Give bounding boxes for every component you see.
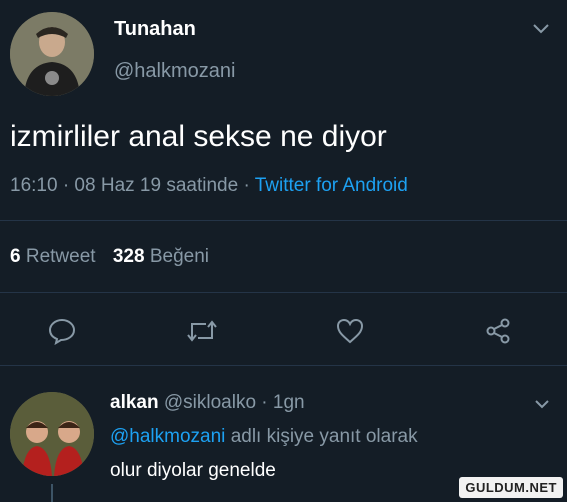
meta-separator: · [243,175,250,196]
reply-button[interactable] [44,313,80,349]
retweet-label: Retweet [25,246,96,267]
reply-icon [48,318,76,345]
tweet-source-link[interactable]: Twitter for Android [255,175,408,196]
replying-to-handle[interactable]: @halkmozani [110,426,225,447]
tweet-author-avatar[interactable] [10,12,94,96]
like-count: 328 [112,246,145,267]
tweet-stats: 6 Retweet 328 Beğeni [10,246,209,268]
share-icon [486,318,510,344]
retweet-icon [187,320,217,342]
tweet-author-name[interactable]: Tunahan [114,18,196,41]
reply-author-avatar[interactable] [10,392,94,476]
reply-author-name[interactable]: alkan [110,392,159,413]
retweet-button[interactable] [184,313,220,349]
reply-text: olur diyolar genelde [110,460,276,481]
avatar-photo [10,12,94,96]
replying-to-suffix: adlı kişiye yanıt olarak [230,426,418,447]
divider-2 [0,292,567,293]
divider-1 [0,220,567,221]
tweet-author-handle[interactable]: @halkmozani [114,60,235,83]
retweet-stat[interactable]: 6 Retweet [10,246,101,267]
reply-menu-chevron-icon[interactable] [534,398,550,410]
tweet-menu-chevron-icon[interactable] [532,22,550,36]
reply-handle-time[interactable]: @sikloalko · 1gn [164,392,305,413]
thread-line [51,484,53,502]
divider-3 [0,365,567,366]
replying-to: @halkmozani adlı kişiye yanıt olarak [110,426,418,448]
tweet-meta: 16:10 · 08 Haz 19 saatinde · Twitter for… [10,175,408,197]
tweet-text: izmirliler anal sekse ne diyor [10,120,387,153]
like-stat[interactable]: 328 Beğeni [113,246,209,267]
reply-header: alkan @sikloalko · 1gn [110,392,305,414]
tweet-timestamp[interactable]: 16:10 · 08 Haz 19 saatinde [10,175,238,196]
share-button[interactable] [480,313,516,349]
watermark: GULDUM.NET [459,477,563,498]
like-icon [336,318,364,344]
reply-avatar-photo [10,392,94,476]
like-button[interactable] [332,313,368,349]
retweet-count: 6 [10,246,21,267]
like-label: Beğeni [149,246,209,267]
